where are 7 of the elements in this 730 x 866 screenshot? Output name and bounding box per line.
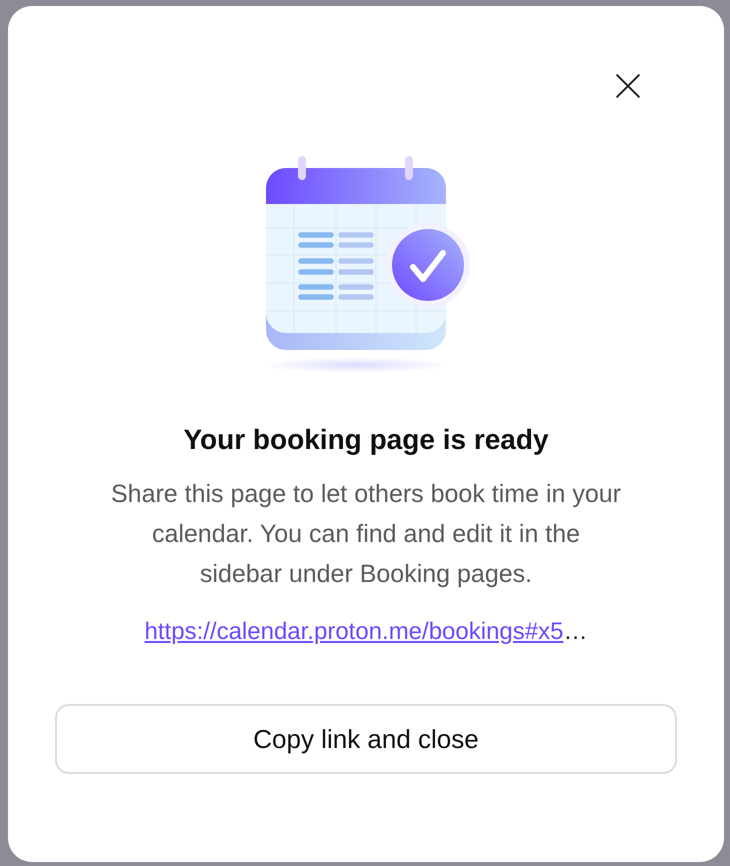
booking-link[interactable]: https://calendar.proton.me/bookings#x5 — [144, 618, 564, 646]
dialog-message: Share this page to let others book time in your calendar. You can find and edit it in the sidebar under Booking pages. — [110, 479, 622, 590]
ellipsis-text: … — [563, 618, 588, 646]
close-button[interactable] — [614, 72, 642, 100]
close-icon — [615, 73, 641, 99]
dialog-title: Your booking page is ready — [183, 424, 549, 456]
copy-link-button[interactable]: Copy link and close — [55, 704, 677, 774]
